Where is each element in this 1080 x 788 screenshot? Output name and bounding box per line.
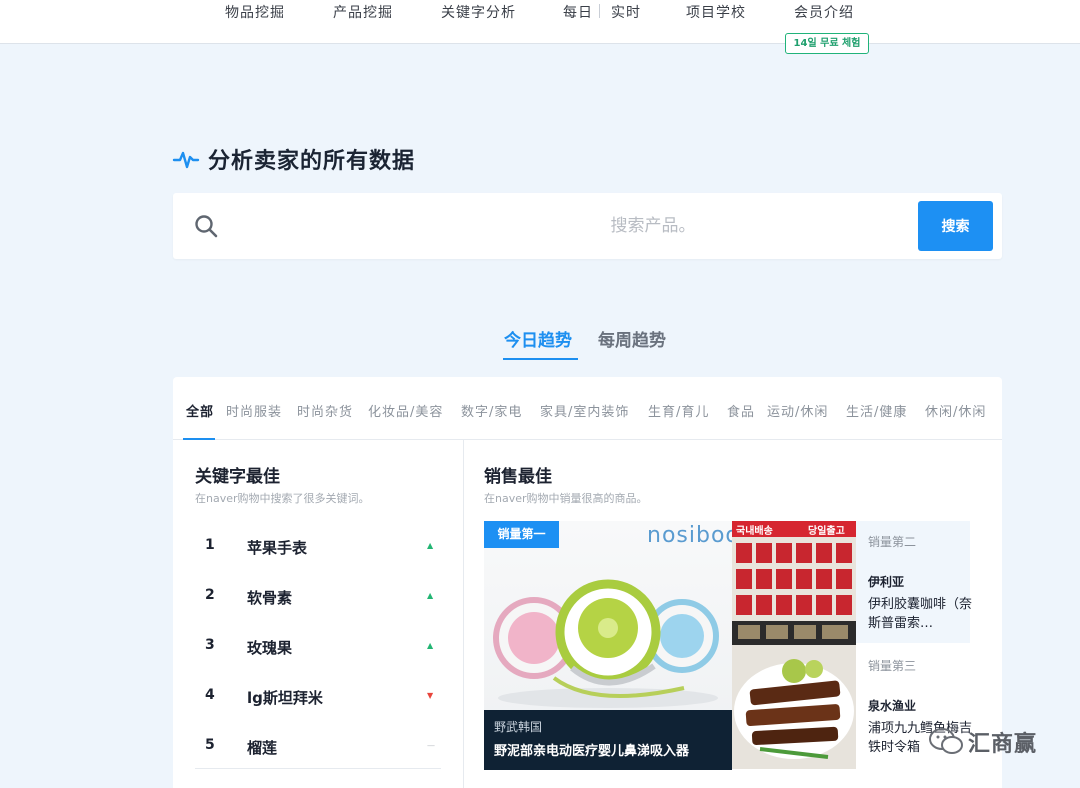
category-health[interactable]: 生活/健康 — [846, 401, 907, 420]
category-digital[interactable]: 数字/家电 — [461, 401, 522, 420]
search-button[interactable]: 搜索 — [918, 201, 993, 251]
tab-today-trend[interactable]: 今日趋势 — [504, 326, 572, 351]
category-furniture[interactable]: 家具/室内装饰 — [540, 401, 629, 420]
hero-heading: 分析卖家的所有数据 — [172, 142, 415, 176]
keyword-rank: 3 — [205, 637, 215, 653]
nav-separator — [599, 4, 600, 18]
keyword-rank: 2 — [205, 587, 215, 603]
nav-item-realtime[interactable]: 实时 — [611, 2, 641, 22]
sales-rank-label: 销量第二 — [868, 535, 917, 549]
keyword-row[interactable]: 1 苹果手表 ▲ — [195, 537, 441, 587]
sales-rank-label: 销量第三 — [868, 659, 917, 673]
watermark: 汇商赢 — [928, 722, 1037, 762]
top-product-card[interactable]: 销量第一 nosiboo 野武韩国 野泥部亲电动医疗婴儿鼻涕吸入器 — [484, 521, 732, 770]
product-name[interactable]: 野泥部亲电动医疗婴儿鼻涕吸入器 — [494, 740, 689, 759]
pulse-icon — [172, 151, 200, 169]
active-tab-indicator — [503, 358, 578, 360]
rank-badge: 销量第一 — [484, 521, 559, 548]
category-fashion-clothing[interactable]: 时尚服装 — [226, 401, 282, 420]
trend-up-icon: ▲ — [427, 641, 434, 650]
promo-label-sameday: 당일출고 — [808, 526, 845, 537]
keyword-row[interactable]: 5 榴莲 — — [195, 737, 441, 787]
product-thumbnail-third[interactable] — [732, 645, 856, 769]
search-bar: 搜索 — [173, 193, 1073, 259]
keyword-row[interactable]: 3 玫瑰果 ▲ — [195, 637, 441, 687]
keyword-row[interactable]: 2 软骨素 ▲ — [195, 587, 441, 637]
nav-item-project-school[interactable]: 项目学校 — [686, 2, 746, 22]
keyword-row[interactable]: 4 lg斯坦拜米 ▼ — [195, 687, 441, 737]
free-trial-badge[interactable]: 14일 무료 체험 — [785, 33, 869, 54]
category-all[interactable]: 全部 — [186, 401, 214, 420]
keyword-best-subtitle: 在naver购物中搜索了很多关键词。 — [195, 492, 370, 505]
brand-logo: nosiboo — [647, 523, 732, 548]
keyword-name[interactable]: 榴莲 — [247, 737, 277, 758]
category-leisure[interactable]: 休闲/休闲 — [925, 401, 986, 420]
nav-item-product-mining[interactable]: 产品挖掘 — [333, 2, 393, 22]
tab-weekly-trend[interactable]: 每周趋势 — [598, 326, 666, 351]
category-childcare[interactable]: 生育/育儿 — [648, 401, 709, 420]
keyword-rank: 1 — [205, 537, 215, 553]
keyword-name[interactable]: lg斯坦拜米 — [247, 687, 323, 708]
keyword-best-title: 关键字最佳 — [195, 467, 280, 487]
eel-dish-image — [732, 645, 856, 769]
category-fashion-goods[interactable]: 时尚杂货 — [297, 401, 353, 420]
trend-down-icon: ▼ — [427, 691, 434, 700]
active-category-indicator — [183, 438, 215, 440]
coffee-cans-image — [732, 537, 856, 645]
promo-label-domestic: 국내배송 — [736, 526, 773, 537]
category-food[interactable]: 食品 — [727, 401, 755, 420]
product-card-second[interactable]: 销量第二 伊利亚 伊利胶囊咖啡（奈斯普雷索… — [856, 521, 972, 643]
nav-item-daily[interactable]: 每日 — [563, 2, 593, 22]
category-sports[interactable]: 运动/休闲 — [767, 401, 828, 420]
wechat-icon — [929, 728, 963, 754]
sales-best-title: 销售最佳 — [484, 467, 552, 487]
keyword-rank: 4 — [205, 687, 215, 703]
product-brand: 伊利亚 — [868, 575, 905, 589]
trend-panel: 全部 时尚服装 时尚杂货 化妆品/美容 数字/家电 家具/室内装饰 生育/育儿 … — [173, 377, 1002, 788]
nav-item-item-mining[interactable]: 物品挖掘 — [225, 2, 285, 22]
product-brand: 泉水渔业 — [868, 699, 917, 713]
trend-flat-icon: — — [427, 741, 435, 750]
column-divider — [463, 440, 464, 788]
search-icon — [195, 215, 218, 238]
nav-item-membership[interactable]: 会员介绍 — [794, 2, 854, 22]
product-name[interactable]: 伊利胶囊咖啡（奈斯普雷索… — [868, 595, 974, 633]
product-caption: 野武韩国 野泥部亲电动医疗婴儿鼻涕吸入器 — [484, 710, 732, 770]
page-title: 分析卖家的所有数据 — [208, 149, 416, 174]
category-beauty[interactable]: 化妆品/美容 — [368, 401, 443, 420]
keyword-rank: 5 — [205, 737, 215, 753]
sales-best-subtitle: 在naver购物中销量很高的商品。 — [484, 492, 648, 505]
top-navigation: 物品挖掘 产品挖掘 关键字分析 每日 实时 项目学校 会员介绍 14일 무료 체… — [0, 0, 1080, 54]
product-thumbnail-second[interactable]: 국내배송 당일출고 — [732, 521, 856, 645]
row-divider — [195, 768, 441, 769]
trend-up-icon: ▲ — [427, 541, 434, 550]
keyword-name[interactable]: 玫瑰果 — [247, 637, 292, 658]
trend-up-icon: ▲ — [427, 591, 434, 600]
category-bar: 全部 时尚服装 时尚杂货 化妆品/美容 数字/家电 家具/室内装饰 生育/育儿 … — [173, 377, 1002, 440]
product-brand: 野武韩国 — [494, 720, 543, 734]
watermark-text: 汇商赢 — [968, 732, 1038, 757]
keyword-name[interactable]: 苹果手表 — [247, 537, 307, 558]
nav-item-keyword-analysis[interactable]: 关键字分析 — [441, 2, 516, 22]
product-image — [493, 579, 719, 708]
keyword-name[interactable]: 软骨素 — [247, 587, 292, 608]
